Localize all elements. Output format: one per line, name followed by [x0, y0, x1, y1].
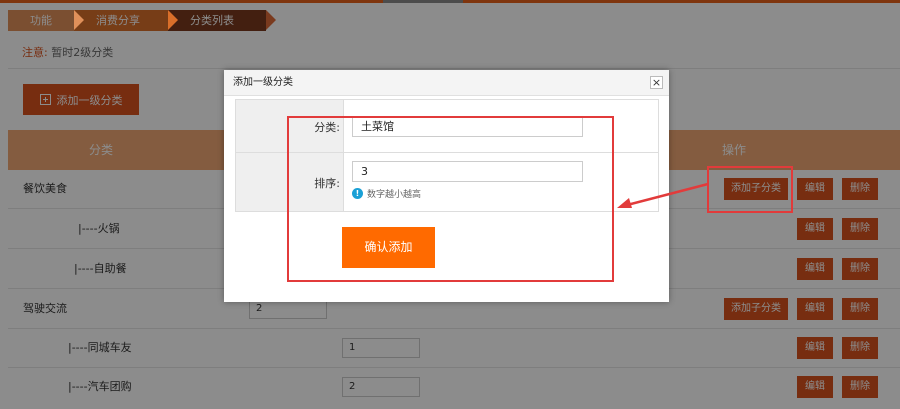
annotation-arrow-icon — [617, 182, 709, 208]
annotation-highlight-box — [707, 166, 793, 213]
dialog-title: 添加一级分类 — [224, 70, 669, 96]
close-icon[interactable]: × — [650, 76, 663, 89]
annotation-highlight-box — [287, 116, 614, 282]
